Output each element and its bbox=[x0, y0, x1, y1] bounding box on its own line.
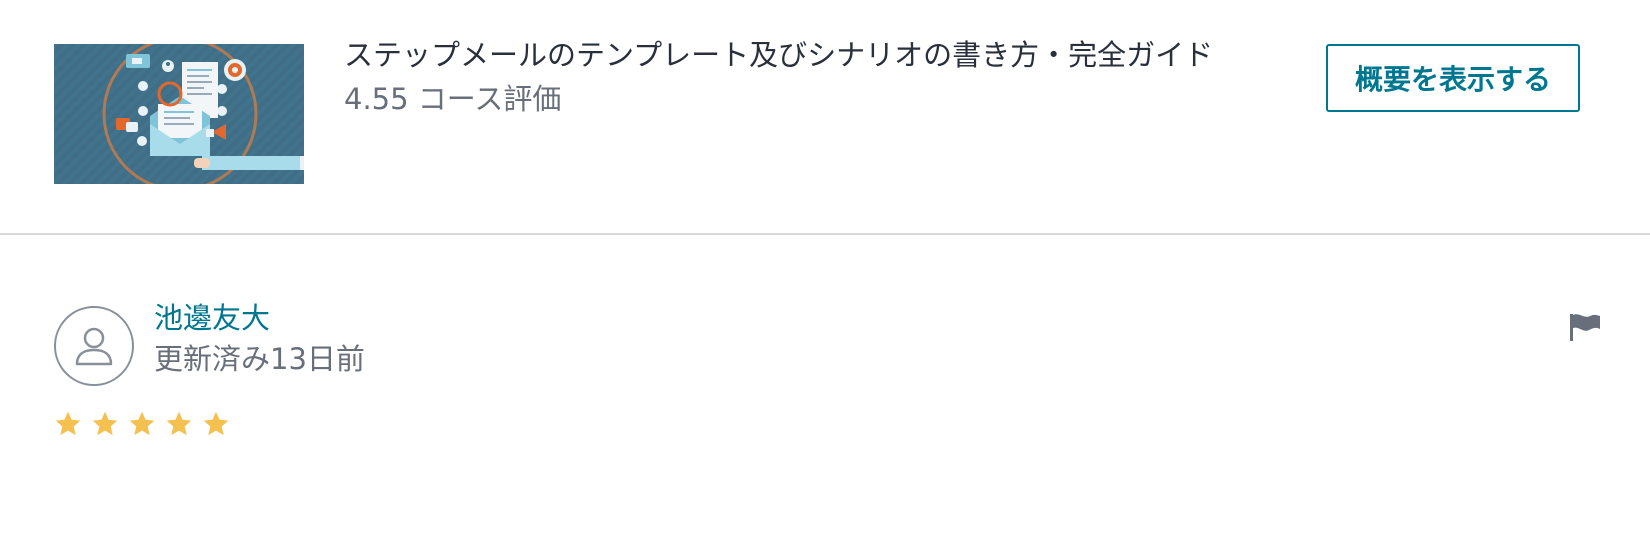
avatar[interactable] bbox=[54, 306, 134, 386]
course-thumbnail[interactable] bbox=[54, 44, 304, 184]
star-icon bbox=[92, 411, 118, 436]
email-marketing-illustration-icon bbox=[54, 44, 304, 184]
star-icon bbox=[166, 411, 192, 436]
star-icon bbox=[129, 411, 155, 436]
star-rating bbox=[54, 410, 230, 438]
flag-icon[interactable] bbox=[1568, 312, 1602, 342]
user-icon bbox=[75, 327, 113, 366]
course-rating: 4.55 コース評価 bbox=[344, 82, 562, 116]
course-summary: ステップメールのテンプレート及びシナリオの書き方・完全ガイド 4.55 コース評… bbox=[0, 0, 1650, 234]
star-icon bbox=[203, 411, 229, 436]
view-overview-button[interactable]: 概要を表示する bbox=[1326, 44, 1580, 112]
divider bbox=[0, 233, 1650, 235]
review-updated-time: 更新済み13日前 bbox=[154, 342, 365, 376]
course-title[interactable]: ステップメールのテンプレート及びシナリオの書き方・完全ガイド bbox=[344, 34, 1213, 76]
star-icon bbox=[55, 411, 81, 436]
reviewer-name[interactable]: 池邊友大 bbox=[154, 298, 270, 338]
